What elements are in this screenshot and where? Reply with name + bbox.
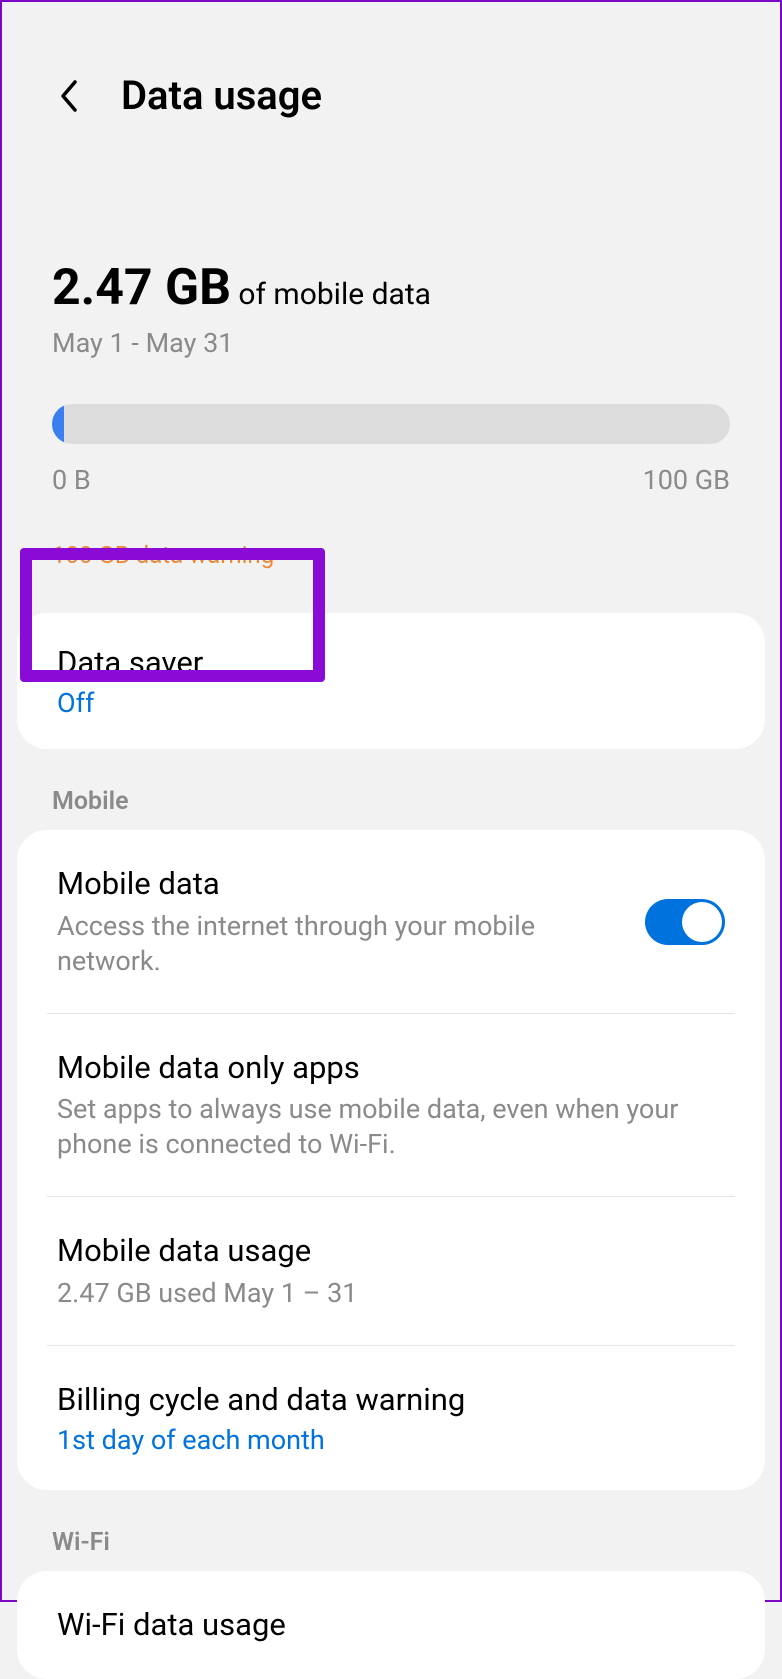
mobile-data-row[interactable]: Mobile data Access the internet through … — [17, 830, 765, 1012]
usage-suffix: of mobile data — [231, 277, 431, 312]
mobile-usage-subtitle: 2.47 GB used May 1 – 31 — [57, 1276, 725, 1311]
usage-amount-line: 2.47 GB of mobile data — [52, 259, 730, 317]
mobile-only-apps-subtitle: Set apps to always use mobile data, even… — [57, 1092, 725, 1162]
mobile-data-title: Mobile data — [57, 864, 625, 904]
usage-max-label: 100 GB — [643, 464, 730, 496]
mobile-only-apps-title: Mobile data only apps — [57, 1048, 725, 1088]
header-bar: Data usage — [2, 2, 780, 159]
highlight-annotation — [20, 548, 325, 682]
wifi-card: Wi-Fi data usage — [17, 1571, 765, 1679]
usage-min-label: 0 B — [52, 464, 91, 496]
usage-progress-fill — [52, 404, 64, 444]
page-title: Data usage — [121, 72, 322, 119]
wifi-section-header: Wi-Fi — [2, 1490, 780, 1571]
mobile-section-header: Mobile — [2, 749, 780, 830]
wifi-usage-title: Wi-Fi data usage — [57, 1605, 725, 1645]
usage-progress-labels: 0 B 100 GB — [52, 464, 730, 496]
usage-amount: 2.47 GB — [52, 259, 231, 317]
mobile-card: Mobile data Access the internet through … — [17, 830, 765, 1490]
mobile-usage-row[interactable]: Mobile data usage 2.47 GB used May 1 – 3… — [17, 1197, 765, 1344]
mobile-only-apps-row[interactable]: Mobile data only apps Set apps to always… — [17, 1014, 765, 1196]
billing-cycle-subtitle: 1st day of each month — [57, 1424, 725, 1456]
mobile-data-subtitle: Access the internet through your mobile … — [57, 909, 625, 979]
usage-progress-bar[interactable] — [52, 404, 730, 444]
toggle-knob — [682, 902, 722, 942]
back-icon[interactable] — [57, 78, 81, 114]
usage-summary: 2.47 GB of mobile data May 1 - May 31 0 … — [2, 159, 780, 599]
mobile-data-toggle[interactable] — [645, 899, 725, 945]
wifi-usage-row[interactable]: Wi-Fi data usage — [17, 1571, 765, 1679]
billing-cycle-row[interactable]: Billing cycle and data warning 1st day o… — [17, 1346, 765, 1490]
mobile-usage-title: Mobile data usage — [57, 1231, 725, 1271]
usage-period: May 1 - May 31 — [52, 327, 730, 359]
billing-cycle-title: Billing cycle and data warning — [57, 1380, 725, 1420]
data-saver-status: Off — [57, 687, 725, 719]
